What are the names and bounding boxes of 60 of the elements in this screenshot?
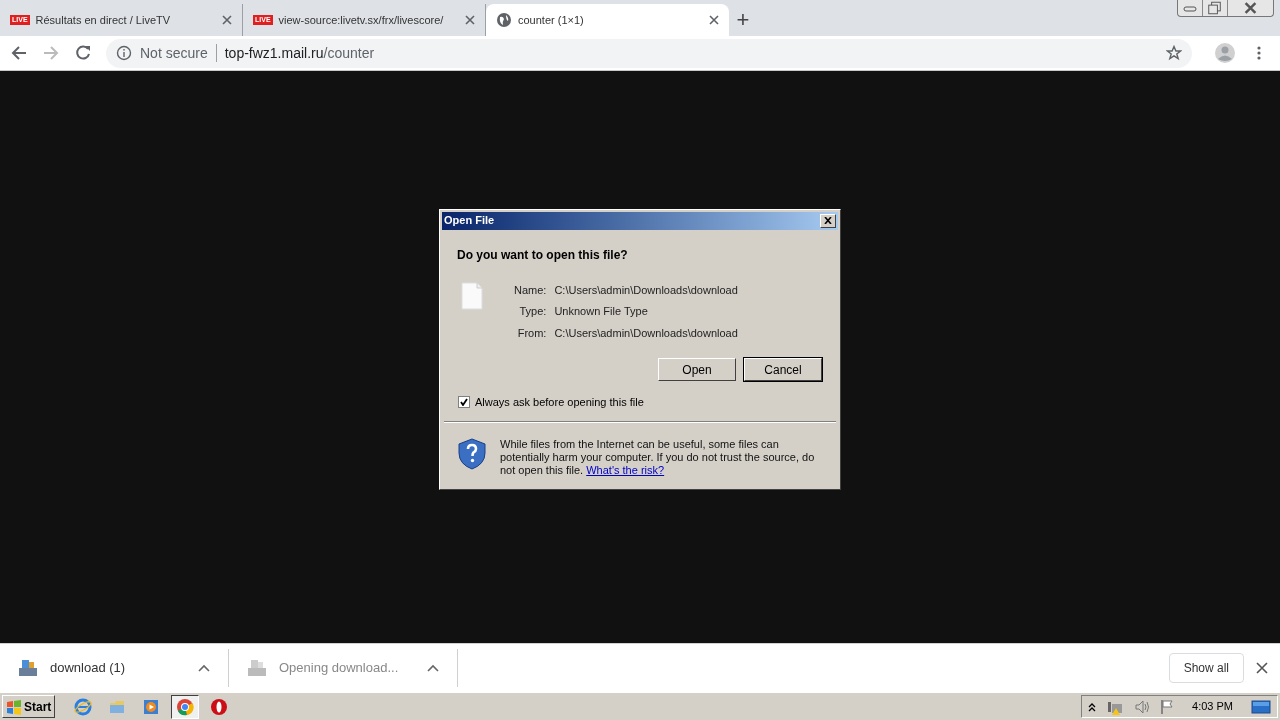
- dialog-button[interactable]: Open: [658, 358, 736, 381]
- taskbar-app-button[interactable]: [171, 694, 200, 719]
- check-icon: [460, 398, 468, 407]
- close-icon: [222, 15, 232, 25]
- field-value: C:\Users\admin\Downloads\download: [554, 282, 738, 298]
- risk-link[interactable]: What's the risk?: [586, 463, 665, 476]
- chrome-icon: [176, 697, 195, 716]
- dialog-title: Open File: [444, 213, 495, 229]
- installer-icon: [247, 659, 267, 677]
- new-tab-button[interactable]: +: [729, 4, 757, 36]
- field-value: Unknown File Type: [554, 304, 649, 319]
- clock-text: 4:03 PM: [1192, 699, 1233, 715]
- download-name: download (1): [50, 659, 127, 678]
- dialog-question: Do you want to open this file?: [457, 246, 629, 264]
- file-icon: [460, 281, 484, 310]
- checkbox-label: Always ask before opening this file: [475, 395, 644, 410]
- close-button[interactable]: [820, 213, 836, 228]
- chevron-up-icon: [1088, 701, 1097, 712]
- tab-title: counter (1×1): [518, 12, 585, 28]
- download-item[interactable]: Opening download...: [229, 649, 458, 687]
- field-label: From:: [516, 325, 547, 341]
- info-icon: [116, 45, 132, 61]
- close-icon: [1256, 662, 1268, 674]
- opera-icon: [210, 697, 229, 716]
- checkbox[interactable]: [458, 396, 470, 409]
- browser-e-icon: [74, 697, 93, 716]
- close-icon: [465, 15, 475, 25]
- reload-icon: [74, 44, 92, 62]
- forward-arrow-icon: [42, 44, 60, 62]
- installer-icon: [18, 659, 38, 677]
- avatar-icon: [1214, 42, 1236, 64]
- shield-question-icon: [458, 437, 486, 470]
- tab-title: view-source:livetv.sx/frx/livescore/: [278, 12, 445, 28]
- media-player-icon: [142, 697, 161, 716]
- show-all-button[interactable]: Show all: [1168, 653, 1244, 683]
- desktop-icon: [1251, 698, 1271, 715]
- field-value: C:\Users\admin\Downloads\download: [554, 325, 738, 341]
- speaker-icon: [1134, 698, 1151, 715]
- field-label: Name:: [514, 282, 547, 298]
- url-text: top-fwz1.mail.ru/counter: [224, 43, 375, 63]
- flag-icon: [1160, 698, 1175, 715]
- warning-text: While files from the Internet can be useful, some files can potentially harm your computer. If you do not trust the source, do not open this file. What's the risk?: [500, 437, 816, 477]
- menu-icon: [1256, 45, 1262, 61]
- download-name: Opening download...: [279, 659, 400, 678]
- address-bar[interactable]: Not secure top-fwz1.mail.ru/counter: [106, 38, 1192, 68]
- tab-title: Résultats en direct / LiveTV: [35, 12, 172, 28]
- security-label: Not secure: [140, 43, 208, 63]
- globe-icon: [496, 12, 512, 28]
- field-label: Type:: [518, 304, 547, 319]
- dialog-button[interactable]: Cancel: [744, 358, 822, 381]
- windows-logo-icon: [6, 698, 22, 715]
- download-item[interactable]: download (1): [0, 649, 229, 687]
- close-icon: [824, 217, 832, 224]
- close-icon: [709, 15, 719, 25]
- start-button[interactable]: Start: [2, 695, 56, 718]
- caret-up-icon: [198, 664, 210, 672]
- caret-up-icon: [427, 664, 439, 672]
- back-arrow-icon: [10, 44, 28, 62]
- browser-tab[interactable]: counter (1×1): [486, 4, 729, 36]
- star-icon: [1166, 45, 1182, 61]
